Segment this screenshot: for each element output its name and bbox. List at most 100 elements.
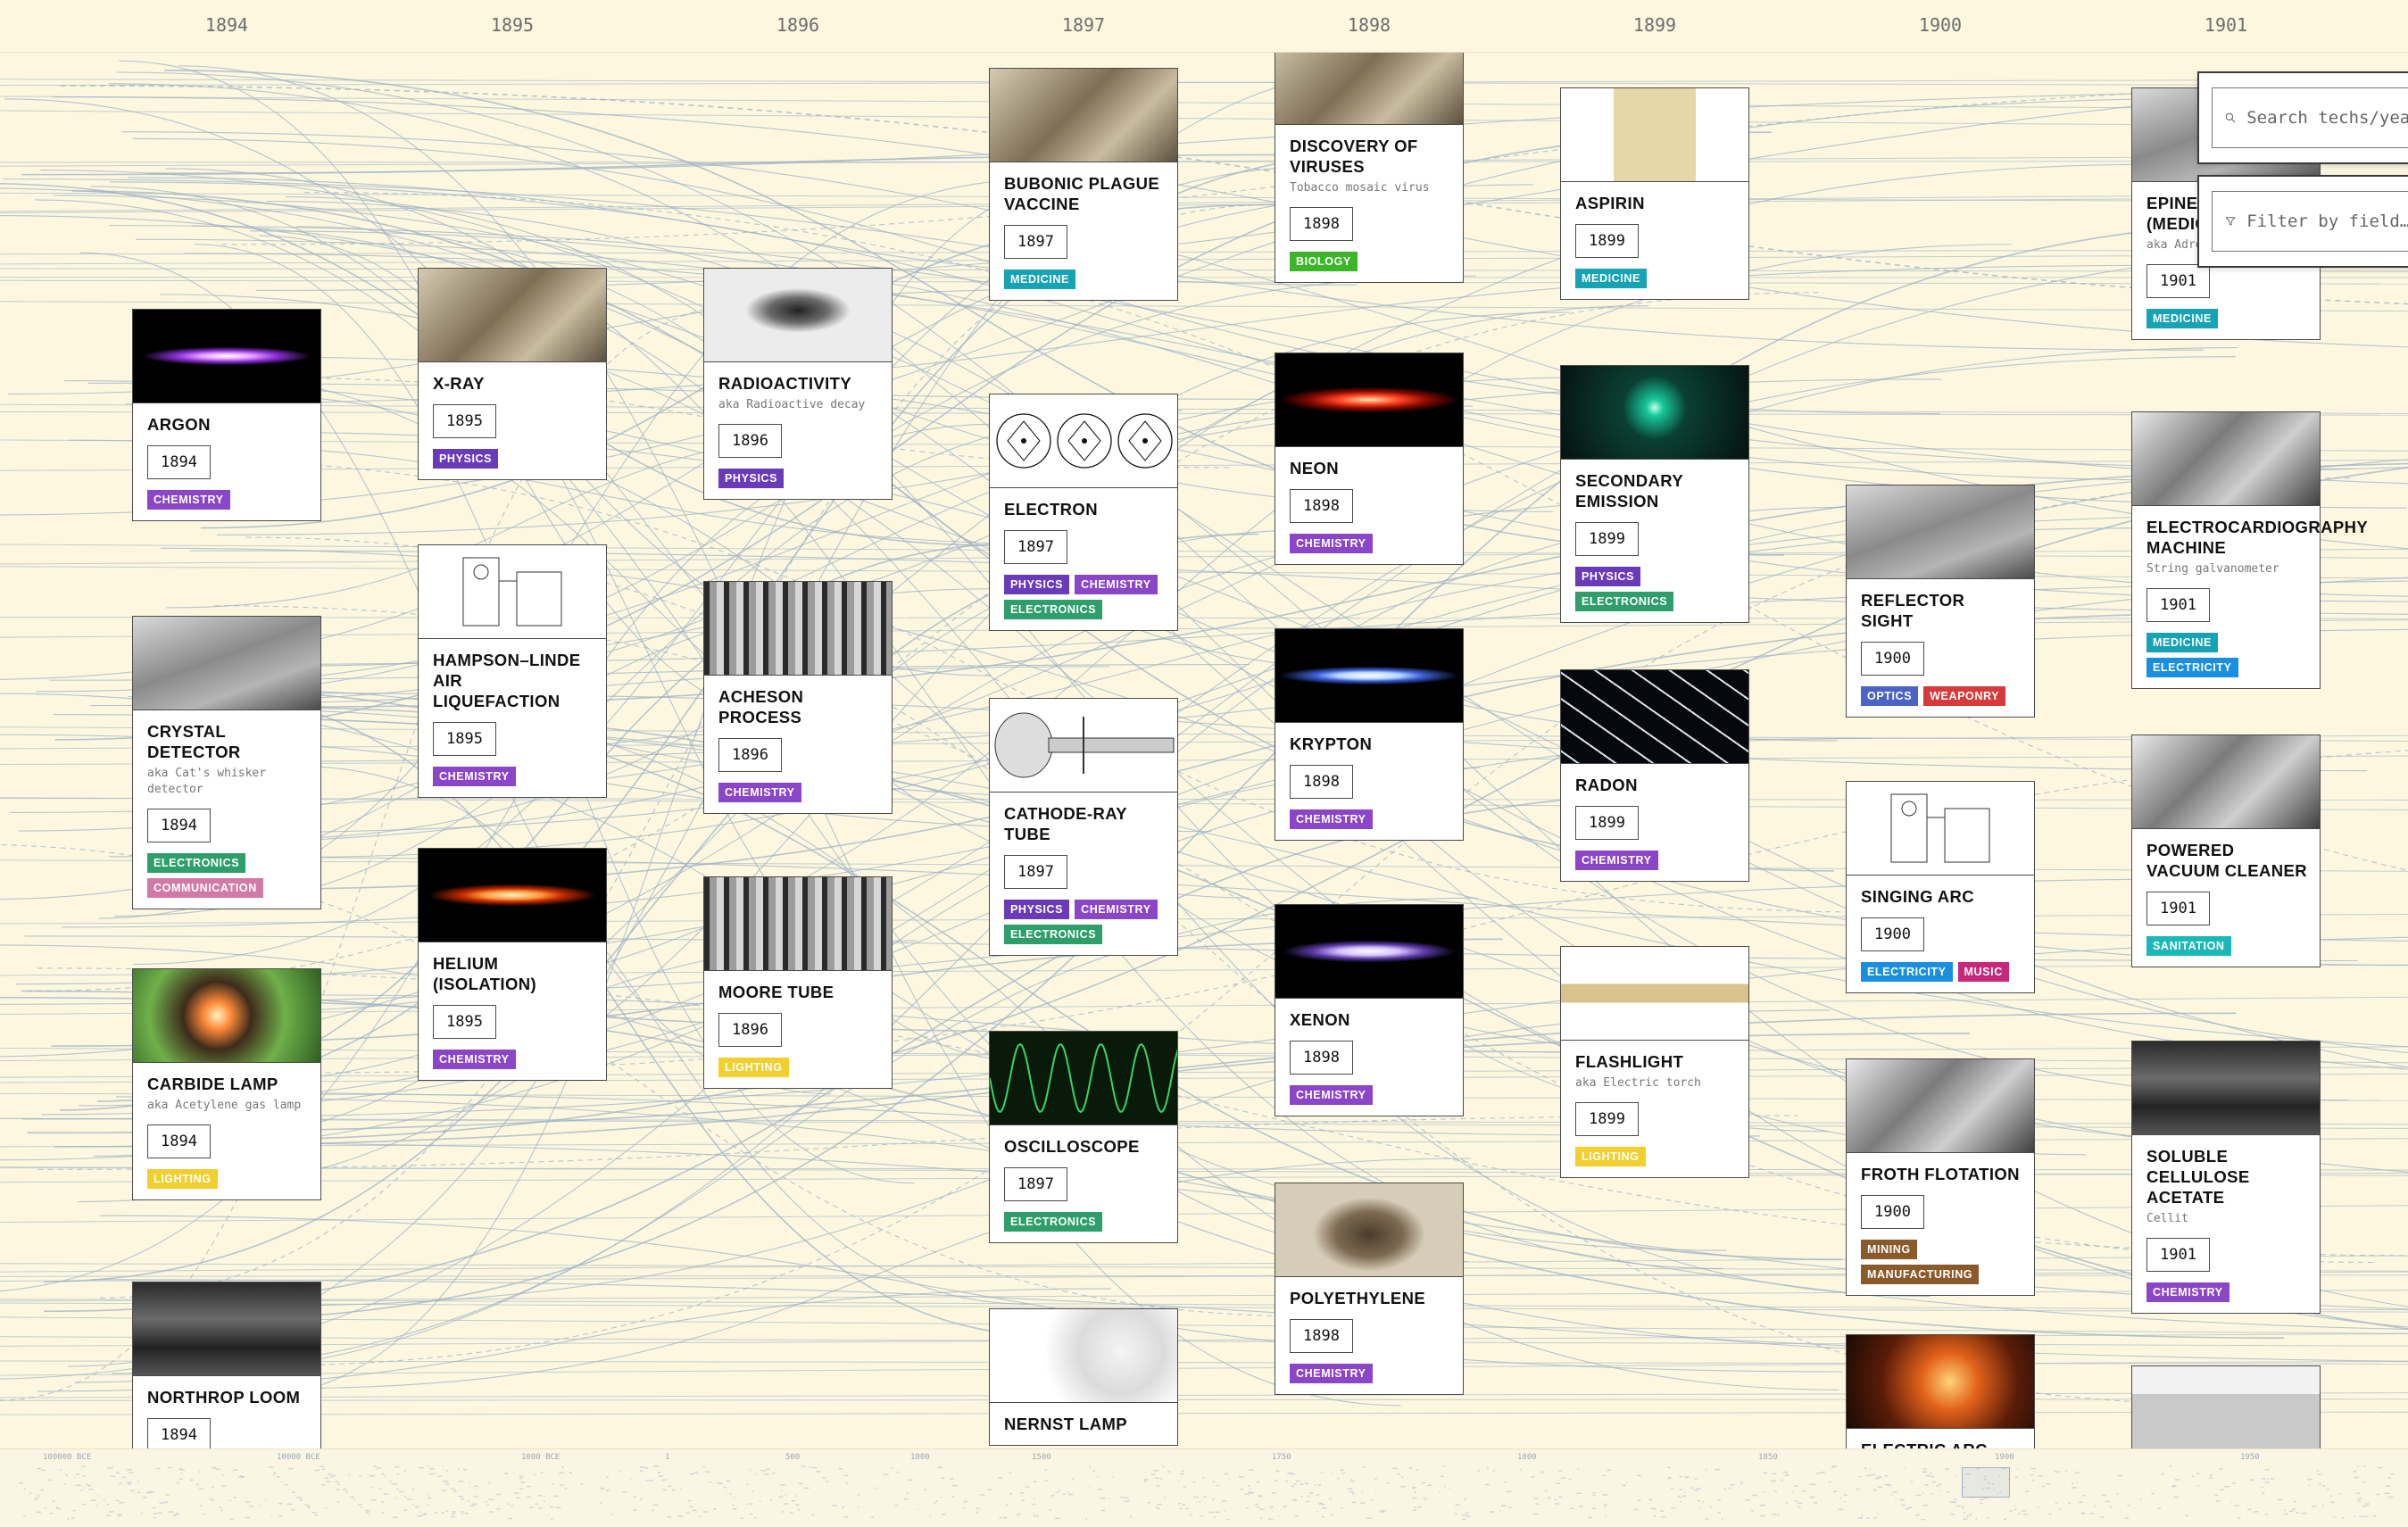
field-tag[interactable]: CHEMISTRY: [433, 767, 516, 786]
year-badge[interactable]: 1901: [2146, 588, 2210, 622]
tech-card-x-ray[interactable]: X-ray1895PHYSICS: [418, 268, 607, 480]
field-tag[interactable]: MEDICINE: [1575, 269, 1647, 288]
field-tag[interactable]: CHEMISTRY: [147, 490, 230, 510]
field-tag[interactable]: CHEMISTRY: [1075, 900, 1158, 919]
field-tag[interactable]: BIOLOGY: [1290, 252, 1358, 271]
year-badge[interactable]: 1895: [433, 722, 496, 756]
year-badge[interactable]: 1901: [2146, 892, 2210, 925]
tech-card-flashlight[interactable]: Flashlightaka Electric torch1899LIGHTING: [1560, 946, 1749, 1178]
year-badge[interactable]: 1897: [1004, 225, 1067, 259]
tech-card-neon[interactable]: Neon1898CHEMISTRY: [1275, 353, 1464, 565]
year-badge[interactable]: 1894: [147, 1418, 211, 1448]
field-tag[interactable]: CHEMISTRY: [1075, 575, 1158, 594]
field-tag[interactable]: CHEMISTRY: [1290, 809, 1373, 829]
tech-card-electron[interactable]: Electron1897PHYSICSCHEMISTRYELECTRONICS: [989, 394, 1178, 631]
field-tag[interactable]: ELECTRONICS: [1004, 1212, 1102, 1232]
year-badge[interactable]: 1898: [1290, 1041, 1353, 1075]
field-tag[interactable]: ELECTRONICS: [1004, 600, 1102, 619]
search-field[interactable]: [2212, 87, 2408, 148]
field-tag[interactable]: PHYSICS: [1004, 900, 1069, 919]
year-badge[interactable]: 1894: [147, 1125, 211, 1158]
field-tag[interactable]: CHEMISTRY: [718, 783, 801, 802]
tech-card-crt[interactable]: Cathode-ray tube1897PHYSICSCHEMISTRYELEC…: [989, 698, 1178, 956]
field-tag[interactable]: CHEMISTRY: [433, 1050, 516, 1069]
field-tag[interactable]: WEAPONRY: [1923, 686, 2005, 706]
field-tag[interactable]: MANUFACTURING: [1861, 1265, 1979, 1284]
tech-card-singing-arc[interactable]: Singing arc1900ELECTRICITYMUSIC: [1846, 781, 2035, 993]
field-tag[interactable]: SANITATION: [2146, 936, 2231, 956]
tech-card-helium[interactable]: Helium (isolation)1895CHEMISTRY: [418, 848, 607, 1081]
year-badge[interactable]: 1900: [1861, 917, 1924, 951]
field-tag[interactable]: CHEMISTRY: [1290, 1085, 1373, 1105]
year-badge[interactable]: 1898: [1290, 207, 1353, 241]
year-badge[interactable]: 1896: [718, 1013, 782, 1047]
year-badge[interactable]: 1897: [1004, 530, 1067, 564]
tech-card-carbide-lamp[interactable]: Carbide Lampaka Acetylene gas lamp1894LI…: [132, 968, 321, 1200]
year-badge[interactable]: 1899: [1575, 522, 1639, 556]
field-tag[interactable]: LIGHTING: [147, 1169, 218, 1189]
field-tag[interactable]: LIGHTING: [1575, 1147, 1646, 1166]
field-tag[interactable]: ELECTRICITY: [2146, 658, 2238, 677]
tech-card-krypton[interactable]: Krypton1898CHEMISTRY: [1275, 628, 1464, 841]
field-tag[interactable]: OPTICS: [1861, 686, 1918, 706]
year-badge[interactable]: 1898: [1290, 1319, 1353, 1353]
year-badge[interactable]: 1896: [718, 424, 782, 458]
field-tag[interactable]: PHYSICS: [433, 449, 498, 469]
tech-card-polyethylene[interactable]: Polyethylene1898CHEMISTRY: [1275, 1183, 1464, 1395]
year-badge[interactable]: 1900: [1861, 642, 1924, 676]
tech-card-hampson-linde[interactable]: Hampson–Linde air liquefaction1895CHEMIS…: [418, 544, 607, 798]
field-tag[interactable]: ELECTRONICS: [1575, 592, 1673, 611]
year-badge[interactable]: 1899: [1575, 1102, 1639, 1136]
timeline-canvas[interactable]: Argon1894CHEMISTRY Crystal Detectoraka Ca…: [0, 52, 2408, 1448]
field-tag[interactable]: PHYSICS: [718, 469, 784, 488]
year-badge[interactable]: 1901: [2146, 264, 2210, 298]
tech-card-chromatography[interactable]: [2131, 1365, 2321, 1448]
minimap-viewport[interactable]: [1962, 1467, 2010, 1498]
field-tag[interactable]: MINING: [1861, 1240, 1917, 1259]
year-badge[interactable]: 1895: [433, 404, 496, 438]
field-tag[interactable]: LIGHTING: [718, 1058, 789, 1077]
filter-input[interactable]: [2245, 211, 2408, 232]
field-tag[interactable]: CHEMISTRY: [2146, 1282, 2229, 1302]
tech-card-argon[interactable]: Argon1894CHEMISTRY: [132, 309, 321, 521]
tech-card-radon[interactable]: Radon1899CHEMISTRY: [1560, 669, 1749, 882]
field-tag[interactable]: ELECTRONICS: [147, 853, 245, 873]
tech-card-northrop-loom[interactable]: Northrop Loom1894: [132, 1282, 321, 1448]
field-tag[interactable]: MUSIC: [1958, 962, 2009, 982]
tech-card-secondary-emission[interactable]: Secondary emission1899PHYSICSELECTRONICS: [1560, 365, 1749, 623]
tech-card-viruses[interactable]: Discovery of VirusesTobacco mosaic virus…: [1275, 52, 1464, 283]
field-tag[interactable]: PHYSICS: [1004, 575, 1069, 594]
tech-card-electric-arc[interactable]: Electric arc: [1846, 1334, 2035, 1448]
year-badge[interactable]: 1897: [1004, 855, 1067, 889]
field-tag[interactable]: CHEMISTRY: [1575, 851, 1658, 870]
field-tag[interactable]: PHYSICS: [1575, 567, 1640, 586]
year-badge[interactable]: 1899: [1575, 806, 1639, 840]
field-tag[interactable]: ELECTRICITY: [1861, 962, 1953, 982]
tech-card-crystal-detector[interactable]: Crystal Detectoraka Cat's whisker detect…: [132, 616, 321, 909]
search-input[interactable]: [2245, 107, 2408, 129]
field-tag[interactable]: CHEMISTRY: [1290, 534, 1373, 553]
year-badge[interactable]: 1897: [1004, 1167, 1067, 1201]
year-badge[interactable]: 1901: [2146, 1238, 2210, 1272]
tech-card-vacuum[interactable]: Powered vacuum cleaner1901SANITATION: [2131, 734, 2321, 967]
year-badge[interactable]: 1900: [1861, 1195, 1924, 1229]
field-tag[interactable]: MEDICINE: [1004, 270, 1075, 289]
year-badge[interactable]: 1898: [1290, 765, 1353, 799]
field-tag[interactable]: ELECTRONICS: [1004, 925, 1102, 944]
year-badge[interactable]: 1898: [1290, 489, 1353, 523]
tech-card-froth-flotation[interactable]: Froth flotation1900MININGMANUFACTURING: [1846, 1058, 2035, 1296]
tech-card-bubonic[interactable]: Bubonic Plague Vaccine1897MEDICINE: [989, 68, 1178, 301]
year-badge[interactable]: 1895: [433, 1005, 496, 1039]
tech-card-ecg[interactable]: Electrocardiography machineString galvan…: [2131, 411, 2321, 689]
timeline-minimap[interactable]: 100000 BCE10000 BCE1000 BCE1500100015001…: [0, 1448, 2408, 1527]
field-tag[interactable]: COMMUNICATION: [147, 878, 263, 898]
year-badge[interactable]: 1894: [147, 809, 211, 842]
tech-card-xenon[interactable]: Xenon1898CHEMISTRY: [1275, 904, 1464, 1116]
tech-card-radioactivity[interactable]: Radioactivityaka Radioactive decay1896PH…: [703, 268, 893, 500]
tech-card-aspirin[interactable]: Aspirin1899MEDICINE: [1560, 87, 1749, 300]
field-tag[interactable]: CHEMISTRY: [1290, 1364, 1373, 1383]
filter-field[interactable]: [2212, 191, 2408, 252]
tech-card-moore-tube[interactable]: Moore Tube1896LIGHTING: [703, 876, 893, 1089]
tech-card-nernst[interactable]: Nernst Lamp: [989, 1308, 1178, 1446]
field-tag[interactable]: MEDICINE: [2146, 309, 2218, 328]
